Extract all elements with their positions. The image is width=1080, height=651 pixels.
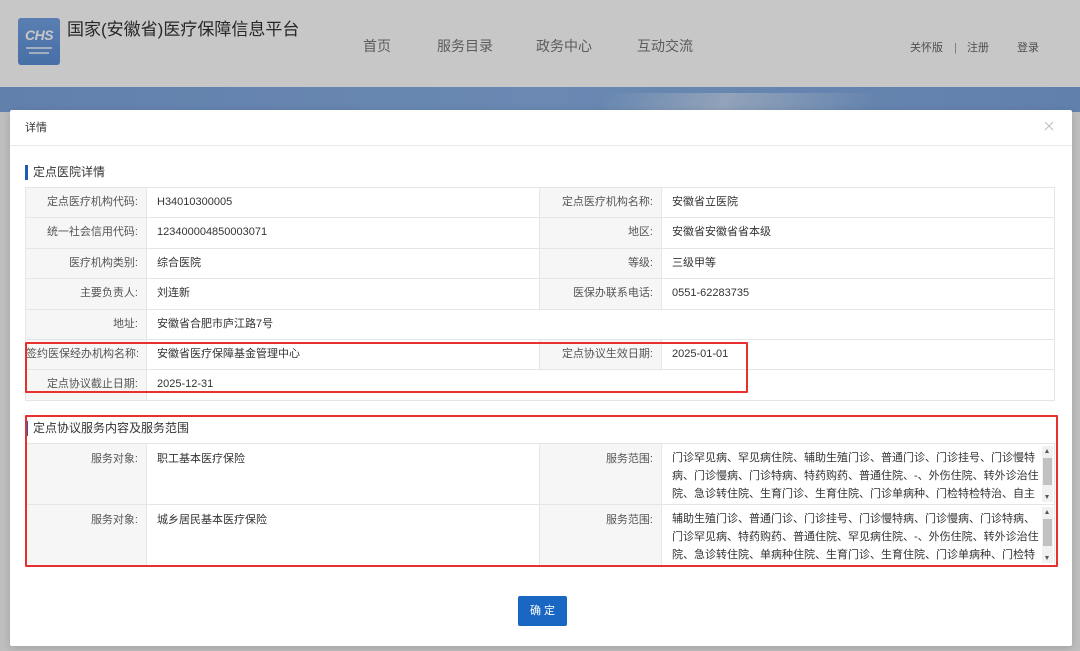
section-title-service-scope: 定点协议服务内容及服务范围	[25, 421, 425, 436]
section-bar-icon	[25, 165, 28, 180]
close-icon-glyph	[1044, 121, 1054, 131]
section-title-text: 定点协议服务内容及服务范围	[33, 421, 190, 435]
table-row: 定点协议截止日期: 2025-12-31	[26, 370, 1054, 401]
label-service-object: 服务对象:	[26, 505, 147, 565]
label-region: 地区:	[540, 218, 662, 248]
table-row: 统一社会信用代码: 123400004850003071 地区: 安徽省安徽省省…	[26, 218, 1054, 249]
label-institution-code: 定点医疗机构代码:	[26, 188, 147, 218]
modal-header: 详情	[10, 110, 1072, 146]
service-scope-table: 服务对象: 职工基本医疗保险 服务范围: 门诊罕见病、罕见病住院、辅助生殖门诊、…	[25, 443, 1055, 566]
value-service-scope[interactable]: 辅助生殖门诊、普通门诊、门诊挂号、门诊慢特病、门诊慢病、门诊特病、门诊罕见病、特…	[672, 510, 1042, 564]
value-grade: 三级甲等	[672, 256, 716, 269]
value-agreement-start-date: 2025-01-01	[672, 347, 729, 360]
scroll-up-arrow-icon[interactable]	[1045, 449, 1049, 453]
table-row: 定点医疗机构代码: H34010300005 定点医疗机构名称: 安徽省立医院	[26, 188, 1054, 219]
service-scope-cell: 辅助生殖门诊、普通门诊、门诊挂号、门诊慢特病、门诊慢病、门诊特病、门诊罕见病、特…	[662, 505, 1054, 565]
value-principal: 刘连新	[147, 279, 540, 309]
value-credit-code: 123400004850003071	[147, 218, 540, 248]
confirm-button[interactable]: 确 定	[518, 596, 567, 626]
scrollbar-thumb[interactable]	[1043, 458, 1052, 485]
scrollbar-thumb[interactable]	[1043, 519, 1052, 546]
label-agreement-end-date: 定点协议截止日期:	[26, 370, 147, 400]
label-agreement-start-date: 定点协议生效日期:	[540, 339, 662, 370]
label-service-scope: 服务范围:	[540, 505, 662, 565]
scroll-down-arrow-icon[interactable]	[1045, 556, 1049, 560]
modal-title: 详情	[25, 122, 47, 134]
scroll-down-arrow-icon[interactable]	[1045, 495, 1049, 499]
scroll-up-arrow-icon[interactable]	[1045, 510, 1049, 514]
label-institution-name: 定点医疗机构名称:	[540, 188, 662, 218]
service-scope-scrollbar[interactable]	[1042, 446, 1053, 502]
hospital-detail-table: 定点医疗机构代码: H34010300005 定点医疗机构名称: 安徽省立医院 …	[25, 187, 1055, 401]
table-row: 主要负责人: 刘连新 医保办联系电话: 0551-62283735	[26, 279, 1054, 310]
section-title-text: 定点医院详情	[33, 165, 106, 179]
label-service-object: 服务对象:	[26, 444, 147, 504]
value-service-scope[interactable]: 门诊罕见病、罕见病住院、辅助生殖门诊、普通门诊、门诊挂号、门诊慢特病、门诊慢病、…	[672, 449, 1042, 503]
label-address: 地址:	[26, 309, 147, 339]
service-row-resident: 服务对象: 城乡居民基本医疗保险 服务范围: 辅助生殖门诊、普通门诊、门诊挂号、…	[26, 505, 1054, 566]
service-row-employee: 服务对象: 职工基本医疗保险 服务范围: 门诊罕见病、罕见病住院、辅助生殖门诊、…	[26, 444, 1054, 505]
label-credit-code: 统一社会信用代码:	[26, 218, 147, 248]
table-row: 地址: 安徽省合肥市庐江路7号	[26, 309, 1054, 340]
value-contracting-agency: 安徽省医疗保障基金管理中心	[147, 339, 540, 370]
value-address: 安徽省合肥市庐江路7号	[157, 317, 274, 330]
detail-modal: 详情 定点医院详情 定点医疗机构代码: H34010300005 定点医疗机构名…	[10, 110, 1072, 646]
table-row: 签约医保经办机构名称: 安徽省医疗保障基金管理中心 定点协议生效日期: 2025…	[26, 339, 1054, 371]
label-contracting-agency: 签约医保经办机构名称:	[26, 339, 147, 370]
section-title-hospital-details: 定点医院详情	[25, 165, 425, 180]
value-office-phone: 0551-62283735	[672, 287, 750, 300]
value-institution-type: 综合医院	[147, 248, 540, 279]
service-scope-scrollbar[interactable]	[1042, 507, 1053, 563]
close-icon[interactable]	[1044, 121, 1054, 131]
service-scope-cell: 门诊罕见病、罕见病住院、辅助生殖门诊、普通门诊、门诊挂号、门诊慢特病、门诊慢病、…	[662, 444, 1054, 504]
value-service-object: 职工基本医疗保险	[147, 444, 540, 504]
value-institution-code: H34010300005	[147, 188, 540, 218]
label-institution-type: 医疗机构类别:	[26, 248, 147, 279]
label-service-scope: 服务范围:	[540, 444, 662, 504]
value-region: 安徽省安徽省省本级	[672, 226, 771, 239]
value-institution-name: 安徽省立医院	[672, 196, 738, 208]
label-grade: 等级:	[540, 248, 662, 279]
section-bar-icon	[25, 421, 28, 436]
label-principal: 主要负责人:	[26, 279, 147, 309]
table-row: 医疗机构类别: 综合医院 等级: 三级甲等	[26, 248, 1054, 280]
value-agreement-end-date: 2025-12-31	[157, 378, 214, 391]
label-office-phone: 医保办联系电话:	[540, 279, 662, 309]
value-service-object: 城乡居民基本医疗保险	[147, 505, 540, 565]
